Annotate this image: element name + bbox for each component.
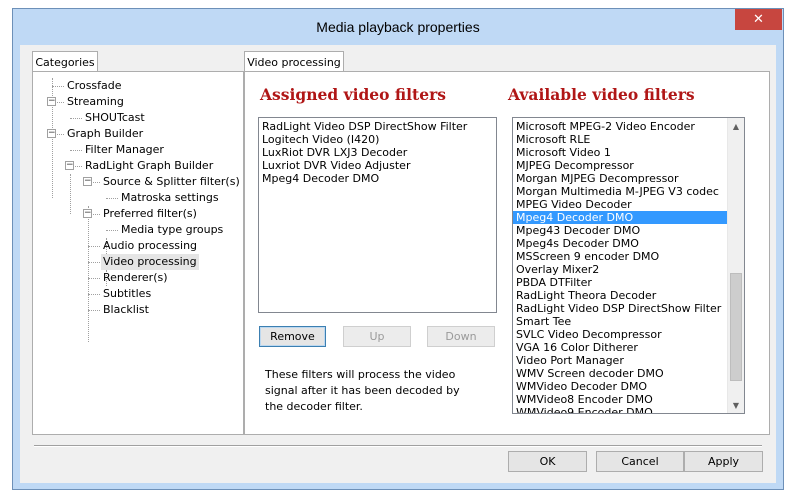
list-item[interactable]: Logitech Video (I420) — [259, 133, 496, 146]
tree-item[interactable]: Subtitles — [103, 286, 151, 302]
tree-item[interactable]: Video processing — [101, 254, 199, 270]
list-item[interactable]: Microsoft RLE — [513, 133, 729, 146]
tree-connector — [88, 294, 100, 295]
list-item[interactable]: Mpeg43 Decoder DMO — [513, 224, 729, 237]
list-item[interactable]: VGA 16 Color Ditherer — [513, 341, 729, 354]
list-item[interactable]: Luxriot DVR Video Adjuster — [259, 159, 496, 172]
tree-connector — [70, 118, 82, 119]
list-item[interactable]: RadLight Theora Decoder — [513, 289, 729, 302]
list-item[interactable]: RadLight Video DSP DirectShow Filter — [513, 302, 729, 315]
list-item[interactable]: Morgan Multimedia M-JPEG V3 codec — [513, 185, 729, 198]
tree-collapse-icon[interactable]: − — [47, 97, 56, 106]
tree-item[interactable]: Audio processing — [103, 238, 197, 254]
remove-button[interactable]: Remove — [259, 326, 326, 347]
dialog-client: Categories Crossfade − Streaming SHOUTcast −… — [20, 45, 776, 483]
tree-item[interactable]: Filter Manager — [85, 142, 164, 158]
video-processing-panel: Assigned video filters Available video f… — [244, 71, 770, 435]
list-item[interactable]: Morgan MJPEG Decompressor — [513, 172, 729, 185]
category-tree: Crossfade − Streaming SHOUTcast − Graph Build… — [37, 76, 240, 426]
tab-categories[interactable]: Categories — [32, 51, 98, 72]
tree-guide-line — [70, 174, 71, 214]
window: Media playback properties ✕ Categories C… — [0, 0, 793, 500]
tree-item[interactable]: Graph Builder — [67, 126, 143, 142]
tree-collapse-icon[interactable]: − — [83, 209, 92, 218]
scroll-thumb[interactable] — [730, 273, 742, 381]
list-item[interactable]: WMVideo Decoder DMO — [513, 380, 729, 393]
tree-connector — [106, 230, 118, 231]
tree-item[interactable]: RadLight Graph Builder — [85, 158, 213, 174]
list-item[interactable]: WMVideo8 Encoder DMO — [513, 393, 729, 406]
list-item[interactable]: MPEG Video Decoder — [513, 198, 729, 211]
tab-video-processing[interactable]: Video processing — [244, 51, 344, 72]
list-item[interactable]: PBDA DTFilter — [513, 276, 729, 289]
close-button[interactable]: ✕ — [735, 9, 782, 30]
scroll-up-icon[interactable]: ▲ — [728, 118, 744, 134]
list-item[interactable]: SVLC Video Decompressor — [513, 328, 729, 341]
tree-guide-line — [88, 206, 89, 342]
down-button[interactable]: Down — [427, 326, 495, 347]
tree-connector — [88, 262, 100, 263]
cancel-button[interactable]: Cancel — [596, 451, 684, 472]
list-item[interactable]: RadLight Video DSP DirectShow Filter — [259, 120, 496, 133]
scroll-down-icon[interactable]: ▼ — [728, 397, 744, 413]
list-item[interactable]: Mpeg4s Decoder DMO — [513, 237, 729, 250]
tree-item[interactable]: Blacklist — [103, 302, 149, 318]
list-item[interactable]: Overlay Mixer2 — [513, 263, 729, 276]
tree-item[interactable]: Preferred filter(s) — [103, 206, 197, 222]
apply-button[interactable]: Apply — [684, 451, 763, 472]
close-icon: ✕ — [753, 12, 764, 27]
available-filters-list[interactable]: Microsoft MPEG-2 Video Encoder Microsoft … — [512, 117, 745, 414]
list-item[interactable]: Mpeg4 Decoder DMO — [259, 172, 496, 185]
tree-item[interactable]: Crossfade — [67, 78, 122, 94]
tree-item[interactable]: Streaming — [67, 94, 124, 110]
tree-connector — [70, 150, 82, 151]
tree-collapse-icon[interactable]: − — [83, 177, 92, 186]
available-filters-title: Available video filters — [508, 85, 695, 104]
list-item[interactable]: WMV Screen decoder DMO — [513, 367, 729, 380]
categories-panel: Crossfade − Streaming SHOUTcast − Graph Build… — [32, 71, 244, 435]
list-item[interactable]: Microsoft MPEG-2 Video Encoder — [513, 120, 729, 133]
tab-video-processing-label: Video processing — [247, 55, 341, 69]
ok-button[interactable]: OK — [508, 451, 587, 472]
filter-description: These filters will process the video sig… — [265, 368, 460, 413]
tree-collapse-icon[interactable]: − — [47, 129, 56, 138]
tree-collapse-icon[interactable]: − — [65, 161, 74, 170]
list-item[interactable]: Video Port Manager — [513, 354, 729, 367]
footer-separator — [34, 445, 762, 447]
tree-item[interactable]: Media type groups — [121, 222, 223, 238]
list-item[interactable]: WMVideo9 Encoder DMO — [513, 406, 729, 413]
assigned-filters-title: Assigned video filters — [260, 85, 446, 104]
title-bar[interactable]: Media playback properties ✕ — [13, 9, 783, 45]
tree-item[interactable]: Matroska settings — [121, 190, 219, 206]
tree-connector — [106, 198, 118, 199]
available-filters-items: Microsoft MPEG-2 Video Encoder Microsoft … — [513, 120, 729, 413]
tree-item[interactable]: SHOUTcast — [85, 110, 145, 126]
list-item[interactable]: Microsoft Video 1 — [513, 146, 729, 159]
list-item[interactable]: MJPEG Decompressor — [513, 159, 729, 172]
dialog-frame: Media playback properties ✕ Categories C… — [12, 8, 784, 490]
up-button[interactable]: Up — [343, 326, 411, 347]
list-item[interactable]: LuxRiot DVR LXJ3 Decoder — [259, 146, 496, 159]
tree-connector — [88, 310, 100, 311]
window-title: Media playback properties — [316, 19, 480, 35]
tree-connector — [52, 86, 64, 87]
list-item[interactable]: Mpeg4 Decoder DMO — [513, 211, 729, 224]
tree-item[interactable]: Source & Splitter filter(s) — [103, 174, 240, 190]
tree-connector — [88, 246, 100, 247]
tree-item[interactable]: Renderer(s) — [103, 270, 168, 286]
list-item[interactable]: Smart Tee — [513, 315, 729, 328]
tree-connector — [88, 278, 100, 279]
list-item[interactable]: MSScreen 9 encoder DMO — [513, 250, 729, 263]
available-filters-scrollbar[interactable]: ▲ ▼ — [727, 118, 744, 413]
tab-categories-label: Categories — [35, 55, 95, 69]
assigned-filters-list[interactable]: RadLight Video DSP DirectShow Filter Logi… — [258, 117, 497, 313]
